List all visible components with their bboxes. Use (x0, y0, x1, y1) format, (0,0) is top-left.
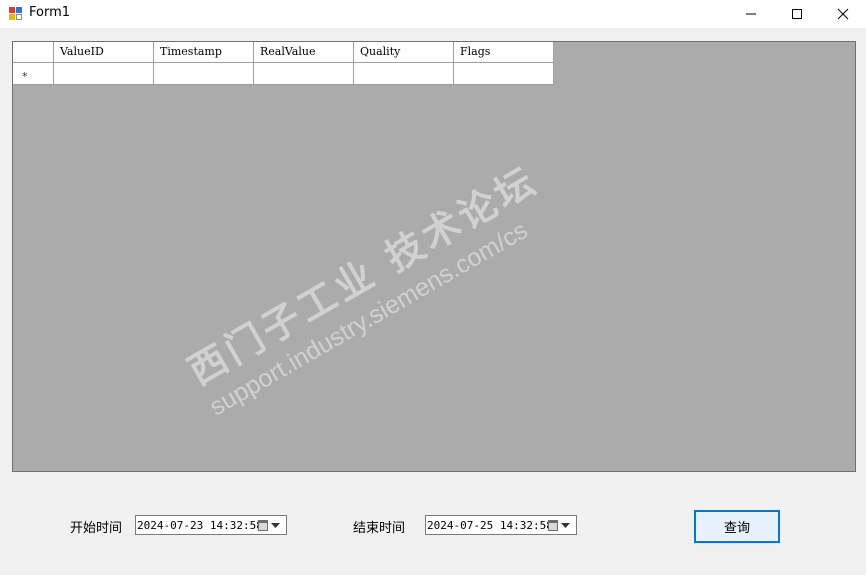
column-header-quality[interactable]: Quality (354, 42, 454, 63)
start-time-picker[interactable]: 2024-07-23 14:32:58 (135, 515, 287, 535)
app-icon (9, 7, 23, 21)
watermark: 西门子工业 技术论坛 support.industry.siemens.com/… (176, 88, 669, 422)
data-grid[interactable]: ValueID Timestamp RealValue Quality Flag… (12, 41, 856, 472)
start-time-label: 开始时间 (70, 521, 123, 536)
grid-cell[interactable] (454, 63, 554, 85)
close-button[interactable] (820, 0, 866, 28)
title-bar[interactable]: Form1 (0, 0, 866, 28)
column-header-timestamp[interactable]: Timestamp (154, 42, 254, 63)
new-row-marker: * (22, 70, 28, 83)
end-time-label: 结束时间 (353, 521, 406, 536)
chevron-down-icon[interactable] (561, 523, 570, 529)
grid-new-row[interactable]: * (13, 63, 554, 85)
maximize-icon (792, 9, 802, 19)
maximize-button[interactable] (774, 0, 820, 28)
end-time-value: 2024-07-25 14:32:58 (427, 519, 553, 532)
column-header-flags[interactable]: Flags (454, 42, 554, 63)
column-header-valueid[interactable]: ValueID (54, 42, 154, 63)
minimize-icon (746, 13, 756, 15)
chevron-down-icon[interactable] (271, 523, 280, 529)
grid-cell[interactable] (154, 63, 254, 85)
grid-cell[interactable] (54, 63, 154, 85)
column-header-realvalue[interactable]: RealValue (254, 42, 354, 63)
row-header[interactable]: * (13, 63, 54, 85)
window-title: Form1 (29, 5, 71, 20)
grid-cell[interactable] (354, 63, 454, 85)
grid-corner-header[interactable] (13, 42, 54, 63)
calendar-icon (258, 520, 268, 531)
grid-header-row: ValueID Timestamp RealValue Quality Flag… (13, 42, 554, 63)
watermark-url: support.industry.siemens.com/cs (204, 216, 533, 422)
close-icon (837, 8, 849, 20)
start-time-value: 2024-07-23 14:32:58 (137, 519, 263, 532)
watermark-title: 西门子工业 技术论坛 (180, 157, 546, 394)
query-button[interactable]: 查询 (694, 510, 780, 543)
minimize-button[interactable] (728, 0, 774, 28)
end-time-picker[interactable]: 2024-07-25 14:32:58 (425, 515, 577, 535)
grid-cell[interactable] (254, 63, 354, 85)
calendar-icon (548, 520, 558, 531)
